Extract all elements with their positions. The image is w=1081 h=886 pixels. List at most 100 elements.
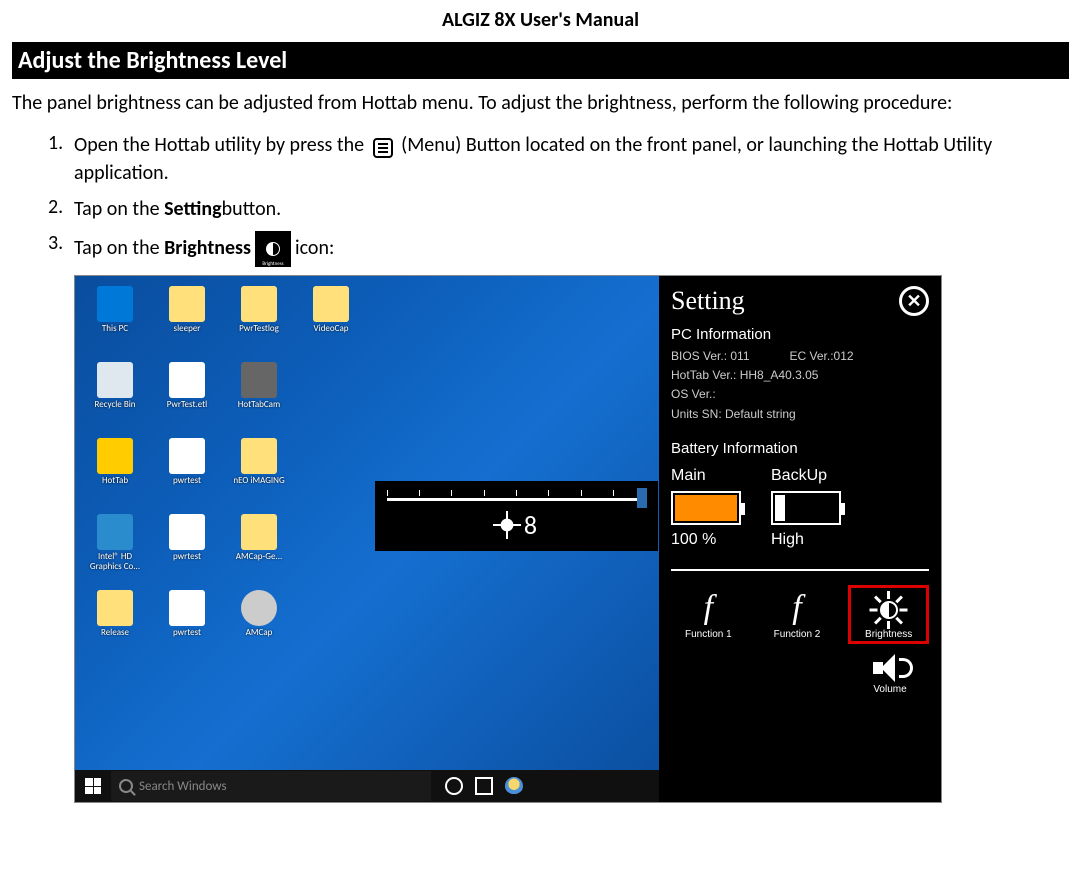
step-text: button. xyxy=(222,197,282,221)
search-input[interactable]: Search Windows xyxy=(111,771,431,801)
windows-logo-icon xyxy=(85,778,101,794)
desktop-icon-label: Release xyxy=(101,628,129,638)
desktop-icon[interactable]: AMCap xyxy=(225,586,293,662)
desktop-icon-label: VideoCap xyxy=(314,324,349,334)
brightness-button[interactable]: Brightness xyxy=(848,585,929,644)
units-sn: Units SN: Default string xyxy=(671,405,929,424)
brightness-slider[interactable] xyxy=(387,498,647,501)
function-icon: f xyxy=(792,589,801,627)
app-icon xyxy=(169,514,205,550)
start-button[interactable] xyxy=(75,770,111,802)
desktop-icon-label: nEO iMAGING xyxy=(233,476,284,486)
desktop-icon[interactable]: Intel® HD Graphics Co... xyxy=(81,510,149,586)
desktop-icon[interactable]: pwrtest xyxy=(153,434,221,510)
app-icon xyxy=(97,362,133,398)
app-icon xyxy=(241,590,277,626)
function-icon: f xyxy=(704,589,713,627)
brightness-icon xyxy=(872,593,906,627)
desktop-icon[interactable]: sleeper xyxy=(153,282,221,358)
app-icon xyxy=(97,590,133,626)
pc-info-heading: PC Information xyxy=(671,326,929,343)
os-version: OS Ver.: xyxy=(671,385,929,404)
function2-label: Function 2 xyxy=(774,629,821,640)
desktop-icon-label: sleeper xyxy=(174,324,201,334)
windows-desktop[interactable]: This PC sleeper PwrTestlog VideoCap Recycle … xyxy=(75,276,659,802)
main-battery-label: Main xyxy=(671,467,706,485)
desktop-icon-label: AMCap xyxy=(246,628,273,638)
embedded-screenshot: This PC sleeper PwrTestlog VideoCap Recycle … xyxy=(74,275,942,803)
function1-label: Function 1 xyxy=(685,629,732,640)
backup-battery-level: High xyxy=(771,531,804,549)
sun-icon xyxy=(496,514,518,536)
slider-knob[interactable] xyxy=(637,488,647,508)
app-icon xyxy=(97,438,133,474)
desktop-icon-label: pwrtest xyxy=(173,628,201,638)
desktop-icon[interactable]: pwrtest xyxy=(153,586,221,662)
desktop-icon[interactable]: PwrTest.etl xyxy=(153,358,221,434)
desktop-icon[interactable]: HotTab xyxy=(81,434,149,510)
app-icon xyxy=(97,286,133,322)
function1-button[interactable]: f Function 1 xyxy=(671,585,746,644)
desktop-icon-label: PwrTest.etl xyxy=(167,400,208,410)
step-number: 3. xyxy=(48,231,74,255)
app-icon xyxy=(97,514,133,550)
close-icon: ✕ xyxy=(906,291,921,312)
section-heading: Adjust the Brightness Level xyxy=(12,42,1069,79)
search-placeholder: Search Windows xyxy=(139,779,227,794)
step-bold: Setting xyxy=(164,197,222,221)
backup-battery-label: BackUp xyxy=(771,467,827,485)
step-3: 3. Tap on the BrightnessBrightnessicon: xyxy=(48,231,1069,267)
cortana-icon[interactable] xyxy=(445,777,463,795)
hottab-setting-panel: Setting ✕ PC Information BIOS Ver.: 011 … xyxy=(659,276,941,802)
taskview-icon[interactable] xyxy=(475,777,493,795)
desktop-icon[interactable]: Release xyxy=(81,586,149,662)
app-icon xyxy=(169,590,205,626)
step-text: icon: xyxy=(295,236,334,260)
function2-button[interactable]: f Function 2 xyxy=(760,585,835,644)
main-battery: Main 100 % xyxy=(671,467,741,549)
desktop-icon[interactable]: pwrtest xyxy=(153,510,221,586)
step-1: 1. Open the Hottab utility by press the … xyxy=(48,131,1069,187)
desktop-icon-label: HotTab xyxy=(102,476,128,486)
intro-paragraph: The panel brightness can be adjusted fro… xyxy=(12,89,1069,117)
brightness-label: Brightness xyxy=(865,629,912,640)
battery-info-heading: Battery Information xyxy=(671,440,929,457)
panel-title: Setting xyxy=(671,286,745,316)
paint-app-icon[interactable] xyxy=(505,777,523,795)
desktop-icon-label: AMCap-Ge... xyxy=(236,552,282,562)
step-text: Open the Hottab utility by press the xyxy=(74,133,364,157)
desktop-icon[interactable]: Recycle Bin xyxy=(81,358,149,434)
search-icon xyxy=(119,779,133,793)
backup-battery: BackUp High xyxy=(771,467,841,549)
desktop-icon[interactable]: VideoCap xyxy=(297,282,365,358)
divider xyxy=(671,569,929,571)
volume-label: Volume xyxy=(873,684,906,695)
close-button[interactable]: ✕ xyxy=(899,286,929,316)
brightness-osd: 8 xyxy=(375,481,658,551)
desktop-icon[interactable]: This PC xyxy=(81,282,149,358)
desktop-icon-label: pwrtest xyxy=(173,476,201,486)
desktop-icon[interactable]: nEO iMAGING xyxy=(225,434,293,510)
app-icon xyxy=(169,286,205,322)
desktop-icon-label: Recycle Bin xyxy=(94,400,135,410)
taskbar: Search Windows xyxy=(75,770,659,802)
document-title: ALGIZ 8X User's Manual xyxy=(12,8,1069,32)
step-number: 2. xyxy=(48,195,74,219)
desktop-icon[interactable]: HotTabCam xyxy=(225,358,293,434)
desktop-icon-label: This PC xyxy=(102,324,128,334)
step-number: 1. xyxy=(48,131,74,155)
step-text: Tap on the xyxy=(74,197,164,221)
desktop-icon-label: PwrTestlog xyxy=(239,324,279,334)
desktop-icon[interactable]: AMCap-Ge... xyxy=(225,510,293,586)
app-icon xyxy=(313,286,349,322)
volume-button[interactable]: Volume xyxy=(851,654,929,695)
step-text: Tap on the xyxy=(74,236,164,260)
app-icon xyxy=(169,438,205,474)
desktop-icon-label: HotTabCam xyxy=(238,400,280,410)
brightness-icon: Brightness xyxy=(255,231,291,267)
app-icon xyxy=(169,362,205,398)
battery-icon xyxy=(671,491,741,525)
desktop-icon[interactable]: PwrTestlog xyxy=(225,282,293,358)
speaker-icon xyxy=(873,654,907,682)
menu-button-icon xyxy=(373,138,393,158)
